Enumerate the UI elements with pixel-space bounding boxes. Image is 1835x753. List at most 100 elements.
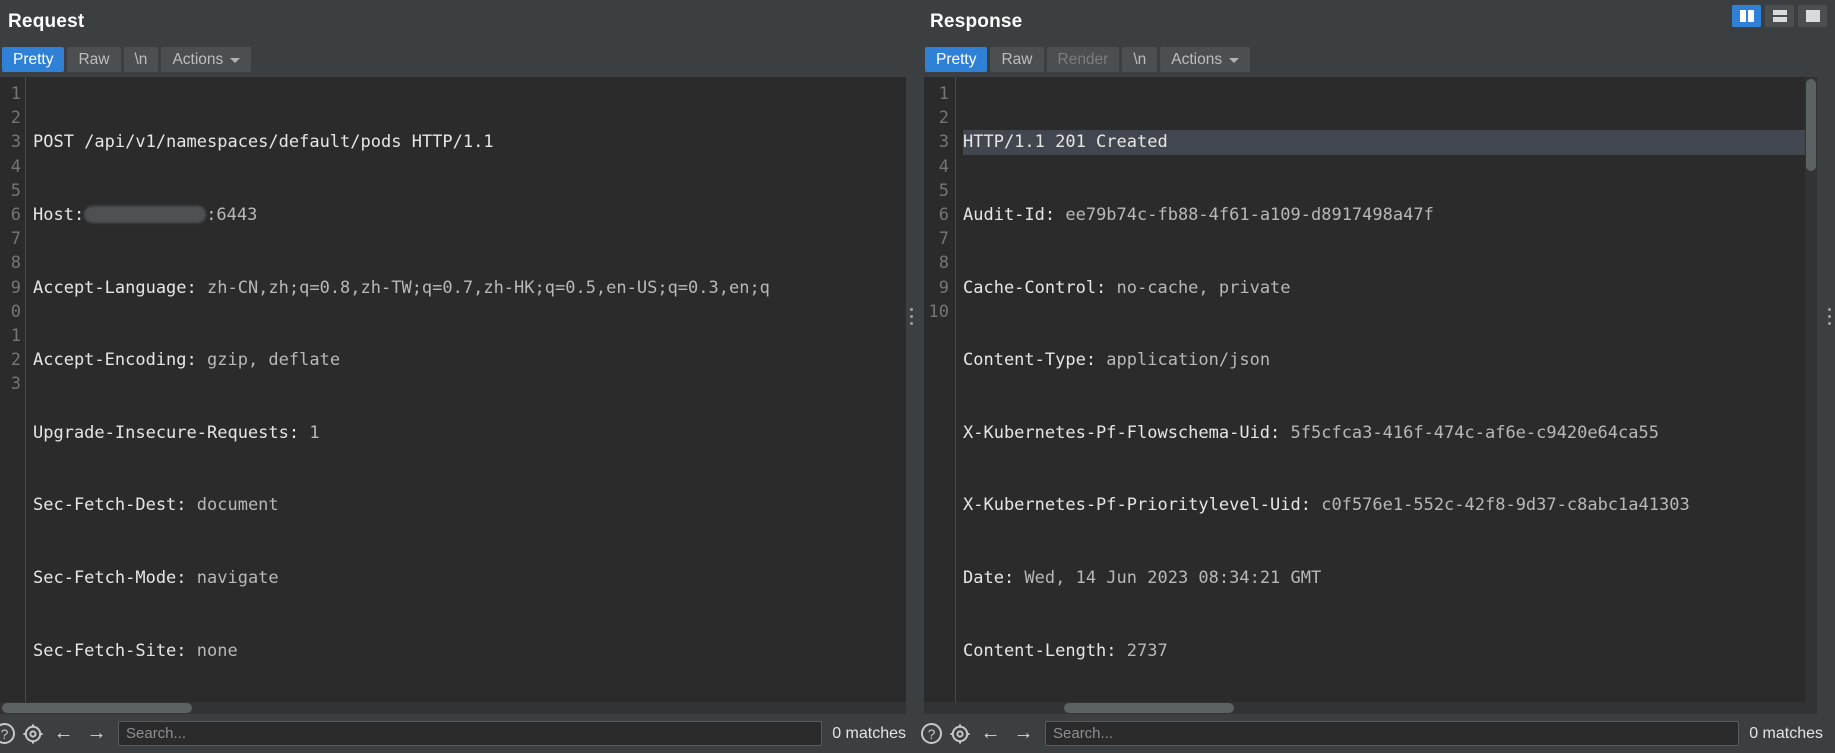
request-pane: Request Pretty Raw \n Actions 1 2 3 4 5 … [0,0,916,714]
code-text: Content-Type: [963,350,1097,371]
code-line: Host::6443 [33,203,906,227]
response-tab-raw[interactable]: Raw [990,47,1044,72]
chevron-down-icon [230,58,241,63]
response-line-numbers: 1 2 3 4 5 6 7 8 9 10 [924,77,956,702]
code-line: Sec-Fetch-Site: none [33,639,906,663]
code-text: Sec-Fetch-Site: [33,640,187,661]
code-line: Cache-Control: no-cache, private [963,276,1817,300]
layout-single-button[interactable] [1798,5,1827,27]
help-icon[interactable]: ? [921,723,942,744]
code-text: Wed, 14 Jun 2023 08:34:21 GMT [1014,567,1322,588]
rows-icon [1772,10,1787,22]
line-number: 7 [10,229,21,250]
response-hscrollbar[interactable] [924,702,1817,714]
splitter-grip-icon [910,308,914,329]
code-line: Accept-Language: zh-CN,zh;q=0.8,zh-TW;q=… [33,276,906,300]
response-vscroll-thumb[interactable] [1806,79,1816,171]
response-searchbar: ? ← → Search... 0 matches [916,714,1835,753]
request-tab-raw-label: Raw [78,51,110,68]
line-number: 8 [938,253,949,274]
response-match-count: 0 matches [1749,724,1823,742]
response-tab-newline-label: \n [1133,51,1147,68]
redaction-block [84,206,207,223]
response-actions-label: Actions [1171,51,1223,68]
layout-side-by-side-button[interactable] [1732,5,1761,27]
request-tabbar: Pretty Raw \n Actions [0,44,916,75]
request-tab-raw[interactable]: Raw [67,47,121,72]
code-text: 2737 [1116,640,1168,661]
help-icon[interactable]: ? [0,723,15,744]
code-text: zh-CN,zh;q=0.8,zh-TW;q=0.7,zh-HK;q=0.5,e… [196,277,770,298]
request-searchbar: ? ← → Search... 0 matches [0,714,916,753]
response-vscrollbar[interactable] [1805,77,1817,702]
line-number: 9 [938,277,949,298]
request-code[interactable]: POST /api/v1/namespaces/default/pods HTT… [26,77,906,702]
code-text: Host: [33,205,85,225]
response-code[interactable]: HTTP/1.1 201 Created Audit-Id: ee79b74c-… [956,77,1817,702]
request-tab-pretty[interactable]: Pretty [2,47,65,72]
code-text: Date: [963,567,1015,588]
request-hscroll-thumb[interactable] [2,703,192,713]
columns-icon [1739,10,1754,22]
response-hscroll-thumb[interactable] [1064,703,1234,713]
gear-icon[interactable] [22,723,44,745]
request-editor[interactable]: 1 2 3 4 5 6 7 8 9 0 1 2 3 POST /api/v1/n… [0,77,906,702]
code-text: 1 [299,422,320,443]
pane-splitter[interactable] [906,44,920,604]
response-tab-pretty[interactable]: Pretty [925,47,988,72]
line-number: 3 [938,132,949,153]
line-number: 2 [938,108,949,129]
request-title: Request [8,11,85,32]
request-actions-button[interactable]: Actions [161,47,252,72]
line-number: 4 [10,156,21,177]
layout-stacked-button[interactable] [1765,5,1794,27]
response-pane: Response Pretty Raw Render \n Actions 1 … [916,0,1835,714]
code-text: ee79b74c-fb88-4f61-a109-d8917498a47f [1055,205,1434,225]
response-tab-pretty-label: Pretty [936,51,977,68]
line-number: 7 [938,229,949,250]
code-text: Cache-Control: [963,277,1107,298]
code-line: X-Kubernetes-Pf-Prioritylevel-Uid: c0f57… [963,493,1817,517]
line-number: 6 [10,204,21,225]
line-number: 3 [10,374,21,395]
response-actions-button[interactable]: Actions [1160,47,1251,72]
bottom-bar: ? ← → Search... 0 matches ? ← → Search..… [0,714,1835,753]
code-text: 5f5cfca3-416f-474c-af6e-c9420e64ca55 [1280,422,1659,443]
line-number: 3 [10,132,21,153]
search-prev-button[interactable]: ← [977,722,1004,746]
line-number: 0 [10,301,21,322]
line-number: 9 [10,277,21,298]
code-line: Sec-Fetch-Dest: document [33,493,906,517]
response-tab-render[interactable]: Render [1046,47,1120,72]
chevron-down-icon [1229,58,1240,63]
code-line: Date: Wed, 14 Jun 2023 08:34:21 GMT [963,566,1817,590]
code-text: POST /api/v1/namespaces/default/pods HTT… [33,132,494,153]
code-line: Content-Type: application/json [963,348,1817,372]
request-match-count: 0 matches [832,724,906,742]
request-hscrollbar[interactable] [0,702,906,714]
line-number: 1 [10,325,21,346]
gear-icon[interactable] [949,723,971,745]
line-number: 5 [10,180,21,201]
request-search-input[interactable]: Search... [118,721,823,746]
layout-button-group [1732,5,1827,27]
search-next-button[interactable]: → [1010,722,1037,746]
code-line: Accept-Encoding: gzip, deflate [33,348,906,372]
line-number: 2 [10,108,21,129]
line-number: 10 [928,301,949,322]
response-tab-newline[interactable]: \n [1122,47,1158,72]
search-prev-button[interactable]: ← [50,722,77,746]
line-number: 2 [10,350,21,371]
response-editor[interactable]: 1 2 3 4 5 6 7 8 9 10 HTTP/1.1 201 Create… [924,77,1817,702]
line-number: 1 [938,84,949,104]
line-number: 4 [938,156,949,177]
code-text: Content-Length: [963,640,1117,661]
code-text: Sec-Fetch-Mode: [33,567,187,588]
panes-container: Request Pretty Raw \n Actions 1 2 3 4 5 … [0,0,1835,714]
search-next-button[interactable]: → [83,722,110,746]
line-number: 5 [938,180,949,201]
response-search-input[interactable]: Search... [1045,721,1740,746]
code-line: POST /api/v1/namespaces/default/pods HTT… [33,130,906,154]
request-tab-newline-label: \n [134,51,148,68]
request-tab-newline[interactable]: \n [123,47,159,72]
